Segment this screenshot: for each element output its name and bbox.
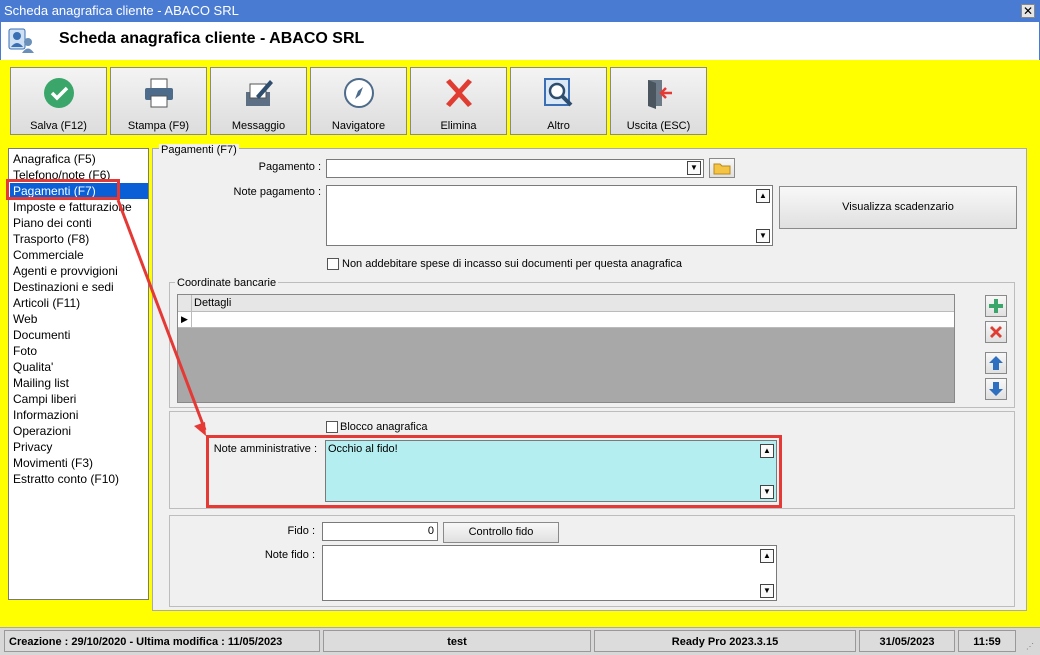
folder-icon [713,163,731,175]
move-down-button[interactable] [985,378,1007,400]
user-card-icon [8,28,34,53]
check-icon [44,78,74,108]
status-time: 11:59 [958,630,1016,652]
sidebar-item-agenti[interactable]: Agenti e provvigioni [12,263,118,279]
blocco-anagrafica-label: Blocco anagrafica [340,421,428,433]
save-button[interactable]: Salva (F12) [10,67,107,135]
scroll-down-icon[interactable]: ▼ [760,584,774,598]
section-list: Anagrafica (F5) Telefono/note (F6) Pagam… [8,148,149,600]
sidebar-item-articoli[interactable]: Articoli (F11) [12,295,80,311]
print-button[interactable]: Stampa (F9) [110,67,207,135]
annotation-box-sidebar [6,179,120,200]
sidebar-item-destinazioni[interactable]: Destinazioni e sedi [12,279,114,295]
page-title: Scheda anagrafica cliente - ABACO SRL [59,30,365,47]
fido-input[interactable]: 0 [322,522,438,541]
print-button-label: Stampa (F9) [127,120,190,132]
page-header: Scheda anagrafica cliente - ABACO SRL [0,22,1040,60]
open-folder-button[interactable] [709,158,735,178]
note-fido-label: Note fido : [264,549,315,561]
chevron-down-icon[interactable]: ▼ [687,161,701,175]
sidebar-item-privacy[interactable]: Privacy [12,439,52,455]
delete-button-label: Elimina [440,120,477,132]
pagamento-select[interactable]: ▼ [326,159,704,178]
sidebar-item-mailing-list[interactable]: Mailing list [12,375,69,391]
message-icon [246,80,273,106]
note-pagamento-label: Note pagamento : [233,186,321,198]
window-title: Scheda anagrafica cliente - ABACO SRL [4,3,239,18]
exit-button[interactable]: Uscita (ESC) [610,67,707,135]
sidebar-item-imposte[interactable]: Imposte e fatturazione [12,199,132,215]
status-date: 31/05/2023 [859,630,955,652]
status-creazione: Creazione : 29/10/2020 - Ultima modifica… [4,630,320,652]
delete-icon [446,79,472,107]
blocco-anagrafica-checkbox[interactable] [326,421,338,433]
note-fido-textarea[interactable]: ▲ ▼ [322,545,777,601]
magnifier-icon [544,78,573,107]
scroll-up-icon[interactable]: ▲ [760,549,774,563]
scroll-down-icon[interactable]: ▼ [756,229,770,243]
fido-label: Fido : [287,525,315,537]
sidebar-item-piano-conti[interactable]: Piano dei conti [12,215,92,231]
printer-icon [145,78,173,108]
coordinate-group-label: Coordinate bancarie [175,277,279,289]
note-pagamento-textarea[interactable]: ▲ ▼ [326,185,773,246]
exit-icon [648,80,672,109]
sidebar-item-foto[interactable]: Foto [12,343,37,359]
annotation-box-note [206,435,782,508]
remove-row-button[interactable] [985,321,1007,343]
sidebar-item-campi-liberi[interactable]: Campi liberi [12,391,76,407]
close-icon [990,326,1002,338]
add-row-button[interactable] [985,295,1007,317]
sidebar-item-documenti[interactable]: Documenti [12,327,70,343]
save-button-label: Salva (F12) [30,120,87,132]
status-user: test [323,630,591,652]
sidebar-item-informazioni[interactable]: Informazioni [12,407,78,423]
sidebar-item-movimenti[interactable]: Movimenti (F3) [12,455,93,471]
other-button[interactable]: Altro [510,67,607,135]
coordinate-grid[interactable]: Dettagli ▶ [177,294,955,403]
status-bar: Creazione : 29/10/2020 - Ultima modifica… [0,627,1040,655]
pagamenti-group-label: Pagamenti (F7) [159,144,239,156]
row-selector-icon: ▶ [178,312,192,327]
window-titlebar: Scheda anagrafica cliente - ABACO SRL ✕ [0,0,1040,22]
navigator-button-label: Navigatore [331,120,386,132]
compass-icon [344,78,374,108]
status-product: Ready Pro 2023.3.15 [594,630,856,652]
arrow-up-icon [989,356,1003,370]
sidebar-item-estratto-conto[interactable]: Estratto conto (F10) [12,471,119,487]
controllo-fido-button[interactable]: Controllo fido [443,522,559,543]
grid-column-dettagli[interactable]: Dettagli [194,297,231,309]
sidebar-item-anagrafica[interactable]: Anagrafica (F5) [12,151,96,167]
exit-button-label: Uscita (ESC) [626,120,691,132]
other-button-label: Altro [547,120,570,132]
sidebar-item-qualita[interactable]: Qualita' [12,359,53,375]
grid-header: Dettagli [178,295,954,312]
no-spese-label: Non addebitare spese di incasso sui docu… [342,258,682,270]
pagamento-label: Pagamento : [258,161,321,173]
arrow-down-icon [989,382,1003,396]
grid-corner [178,295,192,312]
sidebar-item-operazioni[interactable]: Operazioni [12,423,71,439]
message-button-label: Messaggio [231,120,286,132]
delete-button[interactable]: Elimina [410,67,507,135]
sidebar-item-commerciale[interactable]: Commerciale [12,247,84,263]
sidebar-item-trasporto[interactable]: Trasporto (F8) [12,231,89,247]
no-spese-checkbox[interactable] [327,258,339,270]
table-row[interactable]: ▶ [178,312,954,328]
close-icon[interactable]: ✕ [1021,4,1035,18]
plus-icon [989,299,1003,313]
pagamenti-panel: Pagamenti (F7) Pagamento : ▼ Note pagame… [152,144,1027,611]
move-up-button[interactable] [985,352,1007,374]
navigator-button[interactable]: Navigatore [310,67,407,135]
sidebar-item-web[interactable]: Web [12,311,37,327]
resize-grip-icon[interactable]: ⋰ [1026,642,1036,652]
scroll-up-icon[interactable]: ▲ [756,189,770,203]
message-button[interactable]: Messaggio [210,67,307,135]
visualizza-scadenzario-button[interactable]: Visualizza scadenzario [779,186,1017,229]
